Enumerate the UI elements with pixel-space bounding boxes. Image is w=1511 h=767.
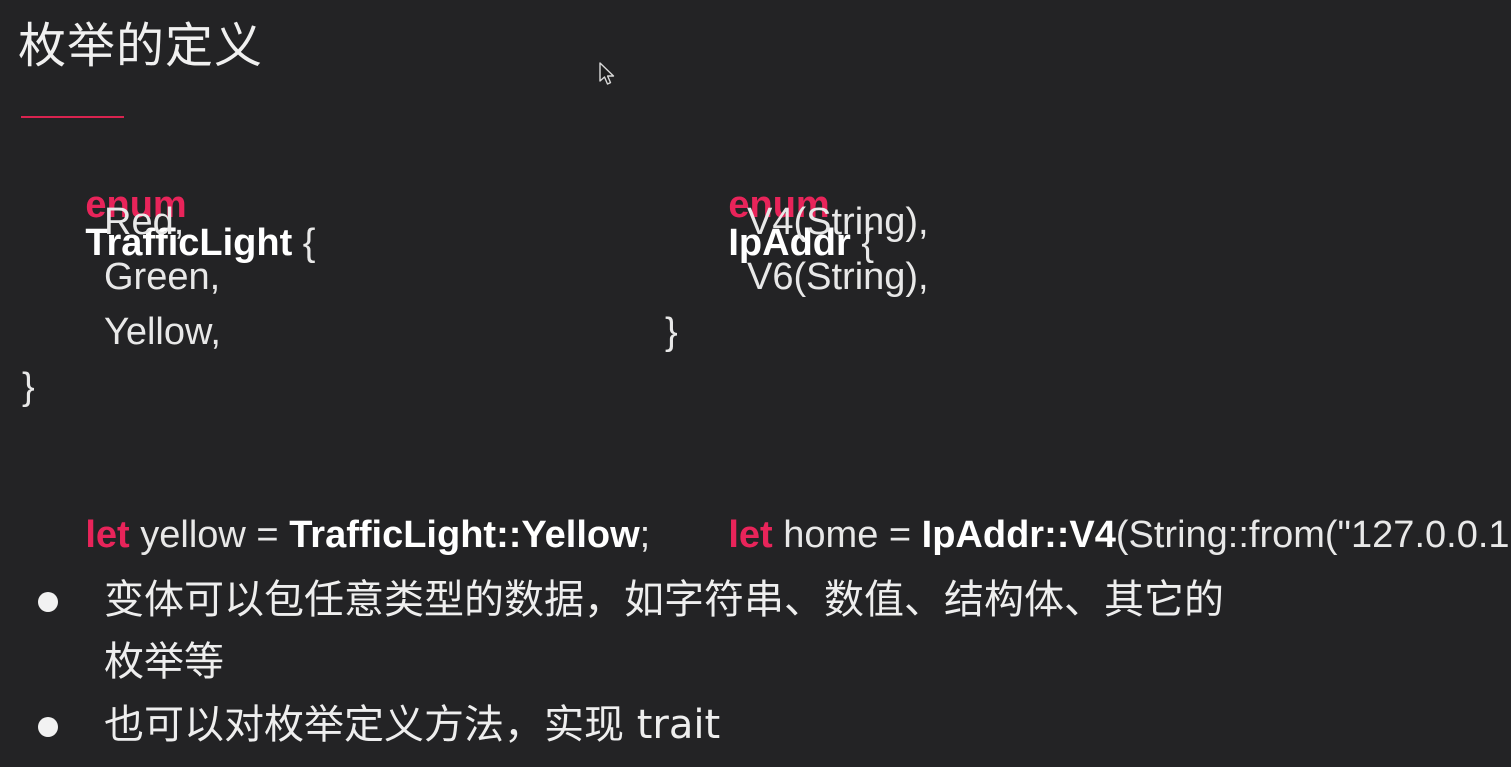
- close-brace: }: [665, 311, 678, 353]
- variant-line: V4(String),: [747, 201, 929, 243]
- let-keyword: let: [85, 514, 130, 556]
- open-brace: {: [292, 222, 316, 264]
- bullet-text-line1: 变体可以包任意类型的数据，如字符串、数值、结构体、其它的: [104, 577, 1224, 623]
- let-end: (String::from("127.0.0.1"));: [1115, 514, 1511, 556]
- let-path: IpAddr::V4: [921, 514, 1116, 556]
- bullet-dot-icon: [38, 717, 58, 737]
- variant-line: Green,: [104, 256, 221, 298]
- close-brace: }: [22, 366, 35, 408]
- variant-line: V6(String),: [747, 256, 929, 298]
- let-path: TrafficLight::Yellow: [289, 514, 640, 556]
- bullet-text-line2: 枚举等: [104, 639, 224, 685]
- code-block-traffic-light: enum TrafficLight { Red, Green, Yellow, …: [22, 0, 650, 554]
- bullet-dot-icon: [38, 592, 58, 612]
- code-block-ip-addr: enum IpAddr { V4(String), V6(String), } …: [665, 0, 1511, 554]
- let-end: ;: [639, 514, 651, 556]
- variant-line: Yellow,: [104, 311, 221, 353]
- let-statement: let yellow = TrafficLight::Yellow;: [22, 478, 650, 592]
- bullet-text-line1: 也可以对枚举定义方法，实现 trait: [104, 702, 721, 748]
- let-statement: let home = IpAddr::V4(String::from("127.…: [665, 478, 1511, 592]
- mouse-pointer-icon: [599, 62, 615, 85]
- let-binding: yellow =: [129, 514, 290, 556]
- variant-line: Red,: [104, 201, 185, 243]
- let-binding: home =: [772, 514, 922, 556]
- let-keyword: let: [728, 514, 773, 556]
